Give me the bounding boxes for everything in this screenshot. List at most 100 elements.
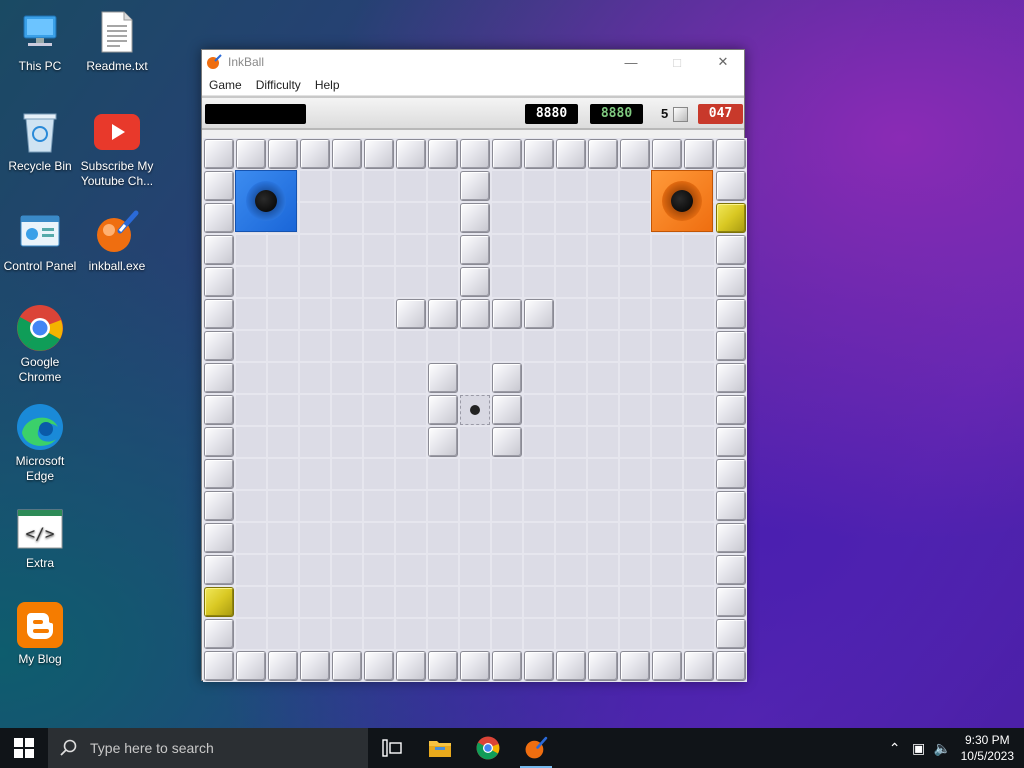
taskbar-clock[interactable]: 9:30 PM 10/5/2023 — [961, 732, 1014, 764]
floor-tile — [331, 394, 363, 426]
blogger-icon — [16, 601, 64, 649]
floor-tile — [331, 490, 363, 522]
minimize-button[interactable]: — — [608, 50, 654, 74]
floor-tile — [555, 234, 587, 266]
floor-tile — [427, 170, 459, 202]
wall-block — [204, 139, 234, 169]
floor-tile — [651, 330, 683, 362]
floor-tile — [299, 490, 331, 522]
floor-tile — [459, 458, 491, 490]
desktop-icon-this-pc[interactable]: This PC — [0, 8, 80, 74]
wall-block — [332, 651, 362, 681]
floor-tile — [235, 266, 267, 298]
network-icon[interactable]: ▣ — [907, 740, 931, 757]
floor-tile — [619, 330, 651, 362]
computer-icon — [16, 8, 64, 56]
floor-tile — [619, 618, 651, 650]
floor-tile — [587, 234, 619, 266]
ball-spawner — [460, 395, 490, 425]
menu-game[interactable]: Game — [202, 78, 249, 92]
desktop-icon-recycle-bin[interactable]: Recycle Bin — [0, 108, 80, 174]
wall-block — [396, 139, 426, 169]
wall-block — [204, 171, 234, 201]
desktop-icon-extra[interactable]: </> Extra — [0, 505, 80, 571]
floor-tile — [619, 394, 651, 426]
floor-tile — [235, 234, 267, 266]
floor-tile — [619, 490, 651, 522]
floor-tile — [683, 554, 715, 586]
maximize-button[interactable]: □ — [654, 50, 700, 74]
wall-block — [460, 235, 490, 265]
floor-tile — [459, 330, 491, 362]
floor-tile — [523, 618, 555, 650]
wall-block — [428, 395, 458, 425]
taskbar-inkball[interactable] — [512, 728, 560, 768]
desktop-icon-readme[interactable]: Readme.txt — [77, 8, 157, 74]
desktop-icon-edge[interactable]: Microsoft Edge — [0, 403, 80, 484]
floor-tile — [363, 394, 395, 426]
high-score-display: 8880 — [590, 104, 643, 124]
wall-block — [716, 299, 746, 329]
wall-block — [652, 651, 682, 681]
wall-block — [716, 459, 746, 489]
floor-tile — [299, 586, 331, 618]
wall-block — [716, 619, 746, 649]
floor-tile — [235, 554, 267, 586]
floor-tile — [587, 266, 619, 298]
desktop-icon-chrome[interactable]: Google Chrome — [0, 304, 80, 385]
desktop-icon-my-blog[interactable]: My Blog — [0, 601, 80, 667]
wall-block — [204, 331, 234, 361]
floor-tile — [427, 522, 459, 554]
floor-tile — [395, 362, 427, 394]
menu-difficulty[interactable]: Difficulty — [249, 78, 308, 92]
floor-tile — [619, 234, 651, 266]
floor-tile — [331, 426, 363, 458]
search-placeholder: Type here to search — [90, 740, 214, 756]
floor-tile — [683, 362, 715, 394]
taskbar-chrome[interactable] — [464, 728, 512, 768]
window-titlebar[interactable]: InkBall — □ ✕ — [202, 50, 744, 74]
clock-date: 10/5/2023 — [960, 749, 1014, 763]
maximize-icon: □ — [673, 54, 681, 70]
desktop-icon-inkball[interactable]: inkball.exe — [77, 208, 157, 274]
task-view-button[interactable] — [368, 728, 416, 768]
floor-tile — [491, 234, 523, 266]
search-icon — [60, 739, 77, 756]
floor-tile — [651, 618, 683, 650]
menu-help[interactable]: Help — [308, 78, 347, 92]
wall-block — [460, 267, 490, 297]
floor-tile — [395, 490, 427, 522]
start-button[interactable] — [0, 728, 48, 768]
wall-block — [268, 651, 298, 681]
floor-tile — [363, 362, 395, 394]
wall-block — [396, 299, 426, 329]
floor-tile — [651, 298, 683, 330]
floor-tile — [619, 522, 651, 554]
floor-tile — [587, 202, 619, 234]
game-board[interactable] — [203, 138, 747, 682]
desktop-icon-label: Google Chrome — [18, 355, 62, 384]
floor-tile — [619, 586, 651, 618]
floor-tile — [651, 426, 683, 458]
floor-tile — [619, 170, 651, 202]
desktop-icon-control-panel[interactable]: Control Panel — [0, 208, 80, 274]
floor-tile — [427, 618, 459, 650]
volume-muted-icon[interactable]: 🔈 — [931, 740, 955, 757]
floor-tile — [491, 490, 523, 522]
close-icon: ✕ — [717, 54, 729, 69]
taskbar-search-box[interactable]: Type here to search — [48, 728, 368, 768]
desktop-icon-youtube[interactable]: Subscribe My Youtube Ch... — [77, 108, 157, 189]
floor-tile — [651, 490, 683, 522]
wall-block — [492, 299, 522, 329]
minimize-icon: — — [624, 54, 638, 70]
floor-tile — [491, 170, 523, 202]
taskbar-file-explorer[interactable] — [416, 728, 464, 768]
text-file-icon — [93, 8, 141, 56]
floor-tile — [395, 330, 427, 362]
close-button[interactable]: ✕ — [700, 50, 746, 74]
wall-block — [716, 523, 746, 553]
floor-tile — [299, 266, 331, 298]
floor-tile — [651, 362, 683, 394]
wall-block — [492, 363, 522, 393]
chevron-up-icon[interactable]: ⌃ — [883, 740, 907, 757]
